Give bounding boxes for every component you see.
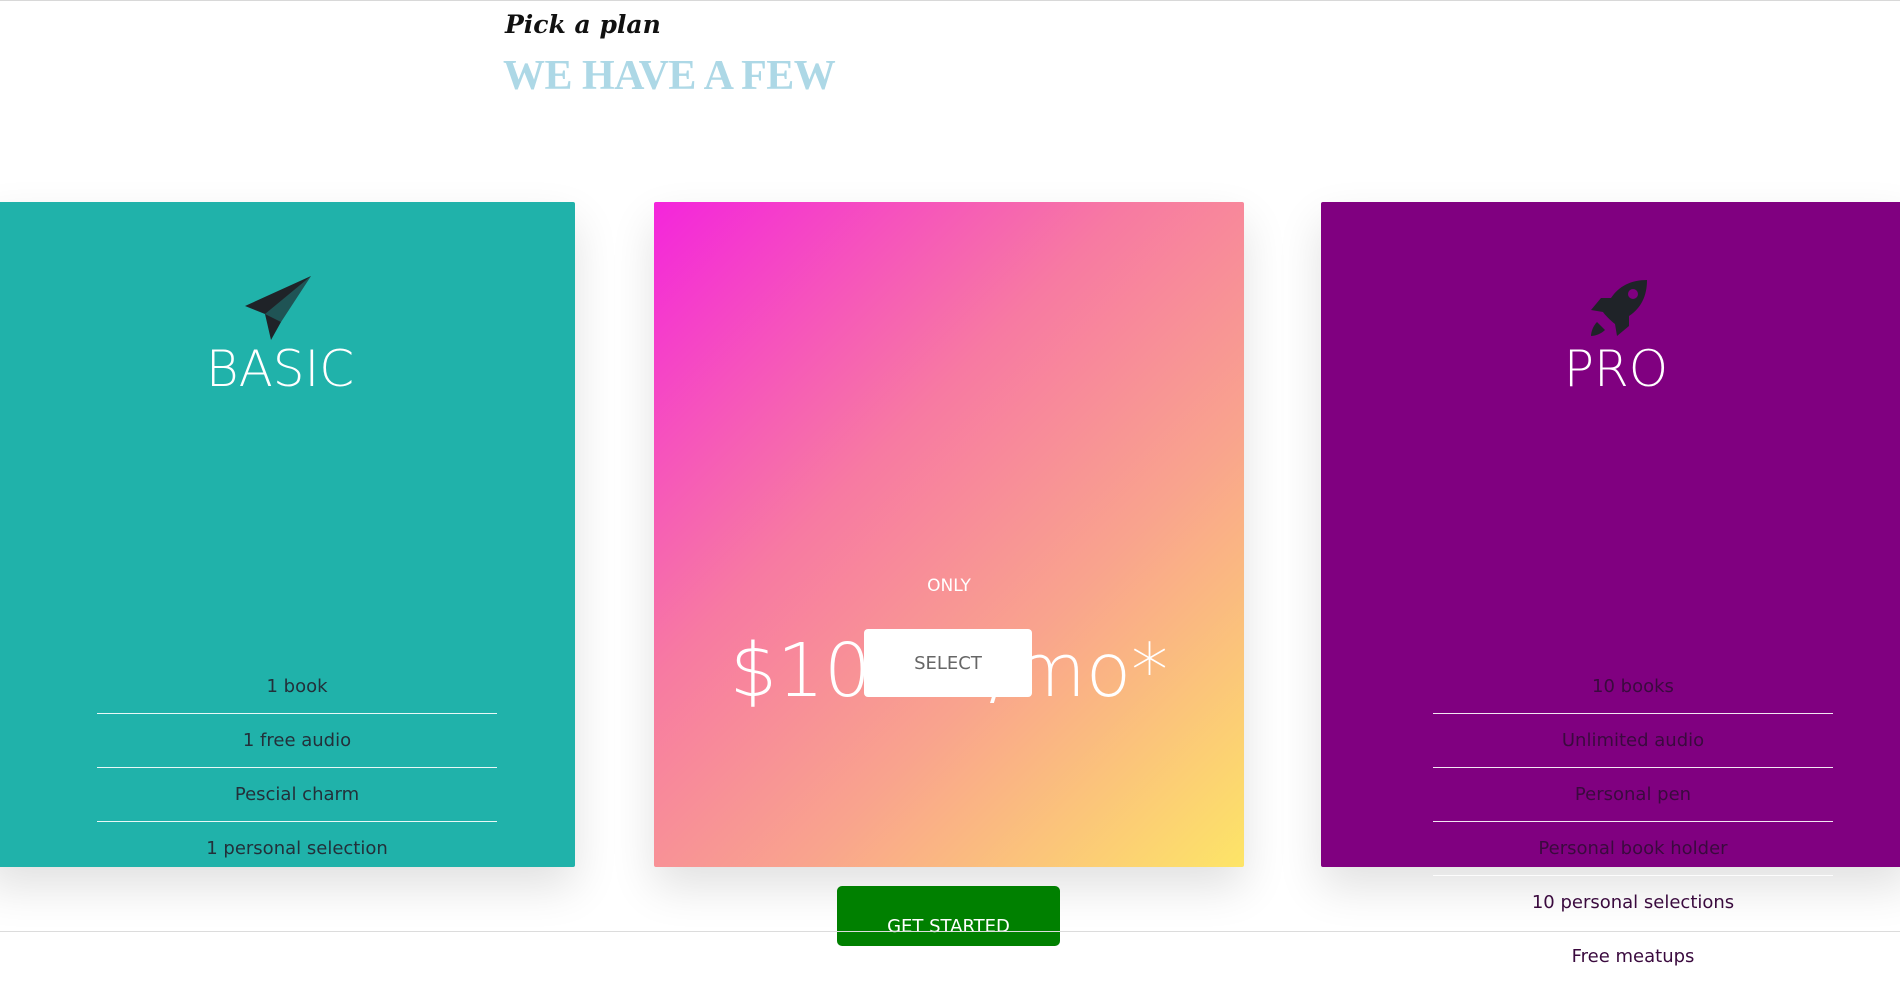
- list-item: 1 personal selection: [206, 838, 388, 859]
- list-item: Unlimited audio: [1433, 714, 1833, 768]
- list-item: 1 book: [97, 660, 497, 714]
- list-item: 1 free audio: [97, 714, 497, 768]
- feature-list-basic: 1 book 1 free audio Pescial charm 1 pers…: [97, 660, 497, 876]
- list-item: 10 personal selections: [1433, 876, 1833, 930]
- paper-plane-icon: [243, 274, 313, 344]
- only-label: ONLY: [927, 576, 971, 596]
- plan-card-pro: PRO 10 books Unlimited audio Personal pe…: [1321, 202, 1900, 967]
- list-item: Pescial charm: [97, 768, 497, 822]
- list-item: 10 books: [1433, 660, 1833, 714]
- select-button[interactable]: SELECT: [864, 629, 1032, 697]
- rocket-icon: [1583, 274, 1653, 344]
- list-item: Personal book holder: [1433, 822, 1833, 876]
- plan-title-pro: PRO: [1563, 340, 1669, 398]
- top-divider: [0, 0, 1900, 1]
- section-title: WE HAVE A FEW: [503, 53, 836, 99]
- list-item: Personal pen: [1433, 768, 1833, 822]
- list-item: Free meatups: [1571, 946, 1695, 967]
- feature-list-pro: 10 books Unlimited audio Personal pen Pe…: [1433, 660, 1833, 984]
- plan-card-basic: BASIC 1 book 1 free audio Pescial charm …: [0, 202, 575, 867]
- bottom-divider: [0, 931, 1900, 932]
- get-started-button[interactable]: GET STARTED: [837, 886, 1060, 946]
- plan-card-featured: ONLY $10.25/mo*: [654, 202, 1244, 867]
- section-subtitle: Pick a plan: [505, 10, 661, 39]
- plan-title-basic: BASIC: [205, 340, 355, 398]
